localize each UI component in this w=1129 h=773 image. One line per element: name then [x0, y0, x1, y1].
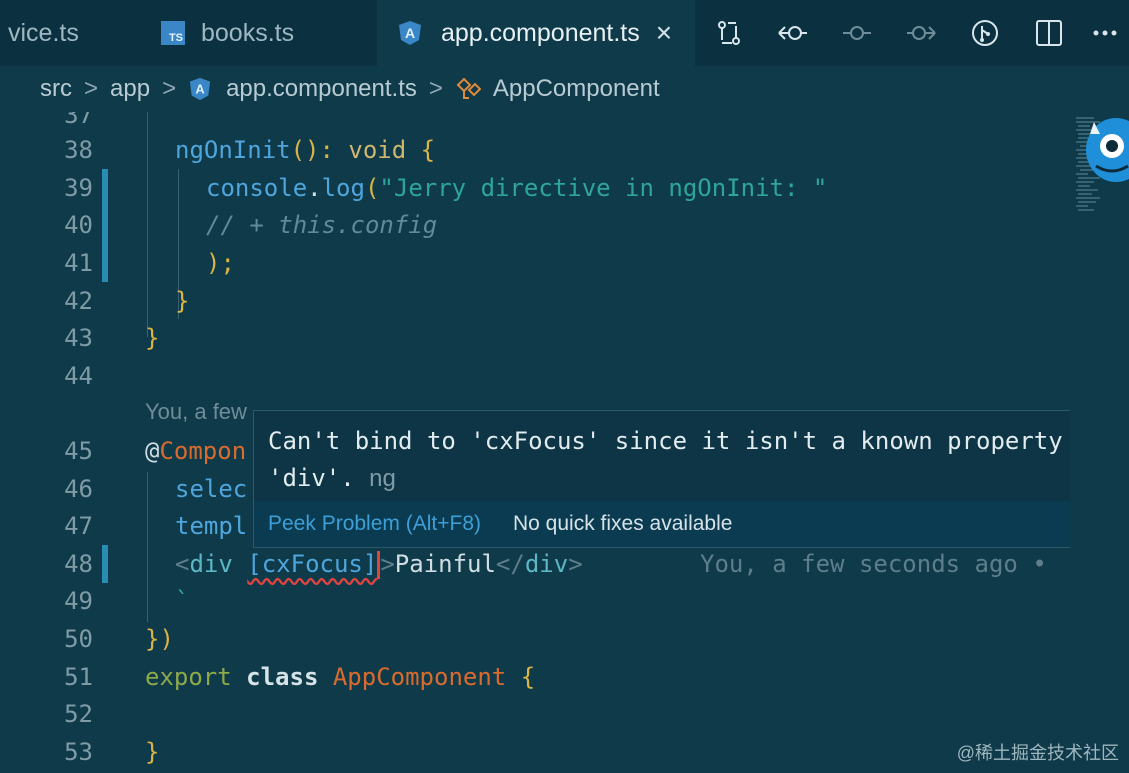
hover-actions: Peek Problem (Alt+F8) No quick fixes ava…	[254, 501, 1128, 547]
typescript-file-icon: TS	[161, 21, 185, 45]
line-number: 49	[64, 587, 93, 615]
git-graph-icon[interactable]	[953, 0, 1017, 66]
class-symbol-icon	[456, 77, 481, 99]
code-line: 49 `	[0, 582, 1070, 620]
minimap[interactable]	[1070, 112, 1129, 773]
breadcrumb-item-src[interactable]: src	[40, 75, 72, 103]
line-number: 41	[64, 249, 93, 277]
code-line: 40 // + this.config	[0, 206, 1070, 244]
breadcrumb-item-file[interactable]: app.component.ts	[226, 75, 417, 103]
breadcrumb-separator: >	[428, 75, 443, 102]
code-line: 50 })	[0, 620, 1070, 658]
breadcrumb-item-app[interactable]: app	[110, 75, 150, 103]
code-text: }	[145, 324, 160, 352]
tab-label: app.component.ts	[441, 18, 640, 47]
code-line: 38 ngOnInit(): void {	[0, 131, 1070, 169]
line-number: 37	[64, 112, 93, 129]
tab-app-component[interactable]: A app.component.ts ×	[377, 0, 695, 66]
line-number: 51	[64, 663, 93, 691]
commit-icon[interactable]	[825, 0, 889, 66]
tab-bar: vice.ts TS books.ts A app.component.ts ×	[0, 0, 1129, 66]
tab-label: books.ts	[201, 18, 295, 47]
line-number: 40	[64, 211, 93, 239]
code-line: 48 <div [cxFocus] >Painful</div> You, a f…	[0, 545, 1070, 583]
breadcrumb: src > app > A app.component.ts > AppComp…	[0, 66, 1129, 112]
error-hover-popup: Can't bind to 'cxFocus' since it isn't a…	[253, 410, 1129, 548]
split-editor-icon[interactable]	[1017, 0, 1081, 66]
peek-problem-link[interactable]: Peek Problem (Alt+F8)	[268, 512, 481, 536]
code-text: @Compon	[145, 437, 247, 465]
code-text: );	[206, 249, 235, 277]
code-line: 51 export class AppComponent {	[0, 658, 1070, 696]
code-text: export class AppComponent {	[145, 663, 536, 691]
line-number: 38	[64, 136, 93, 164]
code-text: }	[145, 738, 160, 766]
go-back-icon[interactable]	[761, 0, 825, 66]
tab-service[interactable]: vice.ts	[0, 0, 135, 66]
code-text: })	[145, 625, 174, 653]
editor-actions	[697, 0, 1129, 66]
line-number: 48	[64, 550, 93, 578]
code-line: 43 }	[0, 319, 1070, 357]
code-text: templ	[175, 512, 248, 540]
code-text: <div [cxFocus] >Painful</div>	[175, 549, 583, 579]
code-line: 42 }	[0, 282, 1070, 320]
code-line: 53 }	[0, 733, 1070, 771]
modified-line-marker	[102, 206, 108, 244]
code-line: 41 );	[0, 244, 1070, 282]
code-text: }	[175, 287, 190, 315]
modified-line-marker	[102, 244, 108, 282]
error-message: Can't bind to 'cxFocus' since it isn't a…	[268, 423, 1118, 497]
svg-text:A: A	[405, 25, 415, 41]
line-number: 39	[64, 174, 93, 202]
line-number: 53	[64, 738, 93, 766]
git-blame-annotation[interactable]: You, a few	[145, 399, 247, 425]
go-forward-icon[interactable]	[889, 0, 953, 66]
code-text: selec	[175, 475, 248, 503]
code-line: 44	[0, 357, 1070, 395]
error-source: ng	[369, 465, 396, 492]
angular-icon: A	[189, 77, 211, 101]
error-squiggle: [cxFocus]	[247, 549, 378, 578]
compare-icon[interactable]	[697, 0, 761, 66]
line-number: 44	[64, 362, 93, 390]
code-comment: // + this.config	[206, 211, 438, 239]
tab-label: vice.ts	[8, 18, 79, 47]
angular-icon: A	[399, 21, 421, 45]
code-line: 52	[0, 695, 1070, 733]
tab-books[interactable]: TS books.ts	[137, 0, 375, 66]
line-number: 50	[64, 625, 93, 653]
line-number: 46	[64, 475, 93, 503]
code-text: console.log("Jerry directive in ngOnInit…	[206, 174, 828, 202]
breadcrumb-separator: >	[84, 75, 99, 102]
watermark: @稀土掘金技术社区	[956, 743, 1119, 763]
line-number: 52	[64, 700, 93, 728]
svg-text:A: A	[195, 82, 204, 97]
mascot-image	[1086, 118, 1129, 182]
no-quick-fixes-label: No quick fixes available	[513, 512, 733, 535]
code-text: `	[175, 587, 190, 615]
line-number: 47	[64, 512, 93, 540]
line-number: 42	[64, 287, 93, 315]
code-text: ngOnInit(): void {	[175, 136, 436, 164]
inline-blame: You, a few seconds ago •	[700, 550, 1047, 578]
breadcrumb-item-class[interactable]: AppComponent	[493, 75, 660, 103]
line-number: 43	[64, 324, 93, 352]
breadcrumb-separator: >	[162, 75, 177, 102]
line-number: 45	[64, 437, 93, 465]
more-icon[interactable]	[1081, 0, 1129, 66]
modified-line-marker	[102, 545, 108, 583]
code-line: 39 console.log("Jerry directive in ngOnI…	[0, 169, 1070, 207]
modified-line-marker	[102, 169, 108, 207]
close-icon[interactable]: ×	[656, 17, 672, 49]
